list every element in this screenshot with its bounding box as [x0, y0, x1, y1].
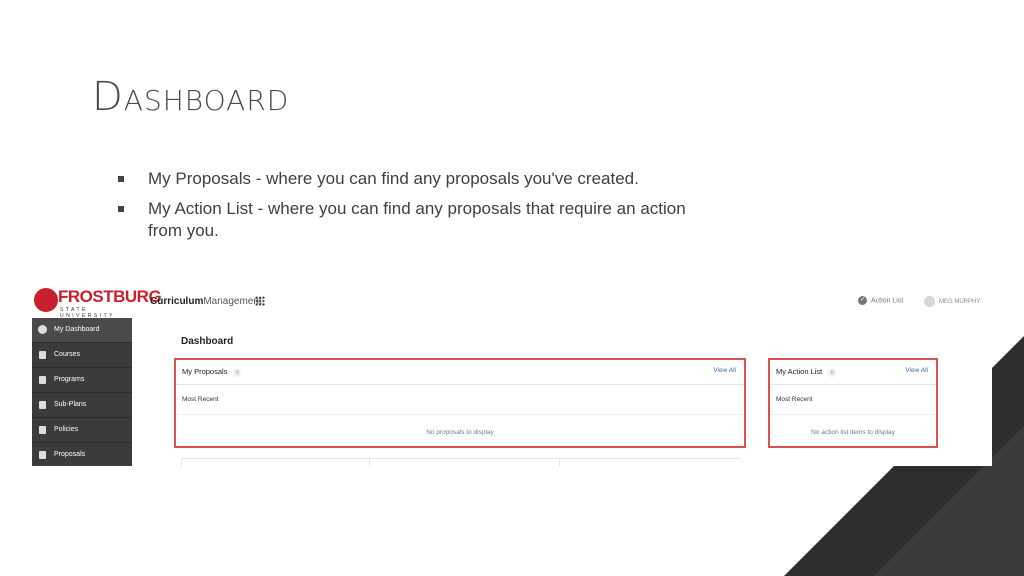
panel-header: My Proposals 0 View All: [176, 360, 744, 385]
programs-icon: [39, 376, 46, 384]
sidebar-item-label: Courses: [54, 351, 81, 358]
sidebar-item-my-dashboard[interactable]: My Dashboard: [32, 318, 132, 343]
panel-title: My Action List 0: [776, 367, 837, 377]
count-badge: 0: [828, 369, 837, 377]
bullet-text: My Action List - where you can find any …: [148, 199, 686, 240]
sidebar-item-label: My Dashboard: [54, 326, 100, 333]
tab-divider: [181, 459, 182, 466]
tab-divider: [559, 459, 560, 466]
check-circle-icon: ✓: [858, 296, 867, 305]
app-grid-icon[interactable]: [255, 296, 265, 306]
seal-icon: [34, 288, 58, 312]
avatar: [924, 296, 935, 307]
user-name: MEG MURPHY: [939, 299, 981, 306]
sidebar: My Dashboard Courses Programs Sub-Plans …: [32, 318, 132, 466]
action-list-link[interactable]: ✓ Action List: [858, 296, 903, 305]
bullet-item: My Proposals - where you can find any pr…: [118, 168, 718, 190]
sidebar-item-sub-plans[interactable]: Sub-Plans: [32, 393, 132, 418]
policies-icon: [39, 426, 46, 434]
empty-message: No proposals to display: [426, 429, 494, 436]
my-proposals-panel: My Proposals 0 View All Most Recent No pr…: [174, 358, 746, 448]
slide-title: Dashboard: [92, 74, 290, 120]
empty-message: No action list items to display: [811, 429, 895, 436]
sidebar-item-label: Programs: [54, 376, 85, 383]
sidebar-item-courses[interactable]: Courses: [32, 343, 132, 368]
bullet-square-icon: [118, 206, 124, 212]
sidebar-item-policies[interactable]: Policies: [32, 418, 132, 443]
bullet-item: My Action List - where you can find any …: [118, 198, 718, 242]
section-label: Most Recent: [776, 396, 813, 403]
divider: [770, 414, 936, 415]
view-all-link[interactable]: View All: [713, 367, 736, 374]
section-label: Most Recent: [182, 396, 219, 403]
action-list-label: Action List: [871, 297, 904, 305]
sidebar-item-label: Policies: [54, 426, 79, 433]
app-title-rest: Management: [203, 296, 262, 307]
count-badge: 0: [233, 369, 242, 377]
user-menu[interactable]: MEG MURPHY: [924, 296, 980, 307]
sidebar-item-label: Proposals: [54, 451, 86, 458]
divider: [176, 414, 744, 415]
sidebar-item-programs[interactable]: Programs: [32, 368, 132, 393]
bullet-text: My Proposals - where you can find any pr…: [148, 169, 639, 188]
university-logo[interactable]: FROSTBURG STATE UNIVERSITY: [32, 284, 162, 319]
courses-icon: [39, 351, 46, 359]
sidebar-item-label: Sub-Plans: [54, 401, 87, 408]
sidebar-item-proposals[interactable]: Proposals: [32, 443, 132, 466]
panel-header: My Action List 0 View All: [770, 360, 936, 385]
dashboard-icon: [38, 325, 47, 334]
main-content: Dashboard My Proposals 0 View All Most Re…: [132, 318, 992, 466]
bullet-list: My Proposals - where you can find any pr…: [118, 168, 718, 250]
lower-section-tabs: [181, 458, 741, 466]
my-action-list-panel: My Action List 0 View All Most Recent No …: [768, 358, 938, 448]
proposals-icon: [39, 451, 46, 459]
panel-title: My Proposals 0: [182, 367, 242, 377]
bullet-square-icon: [118, 176, 124, 182]
page-title: Dashboard: [181, 336, 234, 347]
top-bar: FROSTBURG STATE UNIVERSITY CurriculumMan…: [32, 284, 992, 319]
view-all-link[interactable]: View All: [905, 367, 928, 374]
app-screenshot: FROSTBURG STATE UNIVERSITY CurriculumMan…: [32, 284, 992, 466]
app-title: CurriculumManagement: [150, 296, 262, 307]
app-title-bold: Curriculum: [150, 296, 204, 307]
logo-wordmark: FROSTBURG: [58, 287, 162, 306]
tab-divider: [369, 459, 370, 466]
sub-plans-icon: [39, 401, 46, 409]
